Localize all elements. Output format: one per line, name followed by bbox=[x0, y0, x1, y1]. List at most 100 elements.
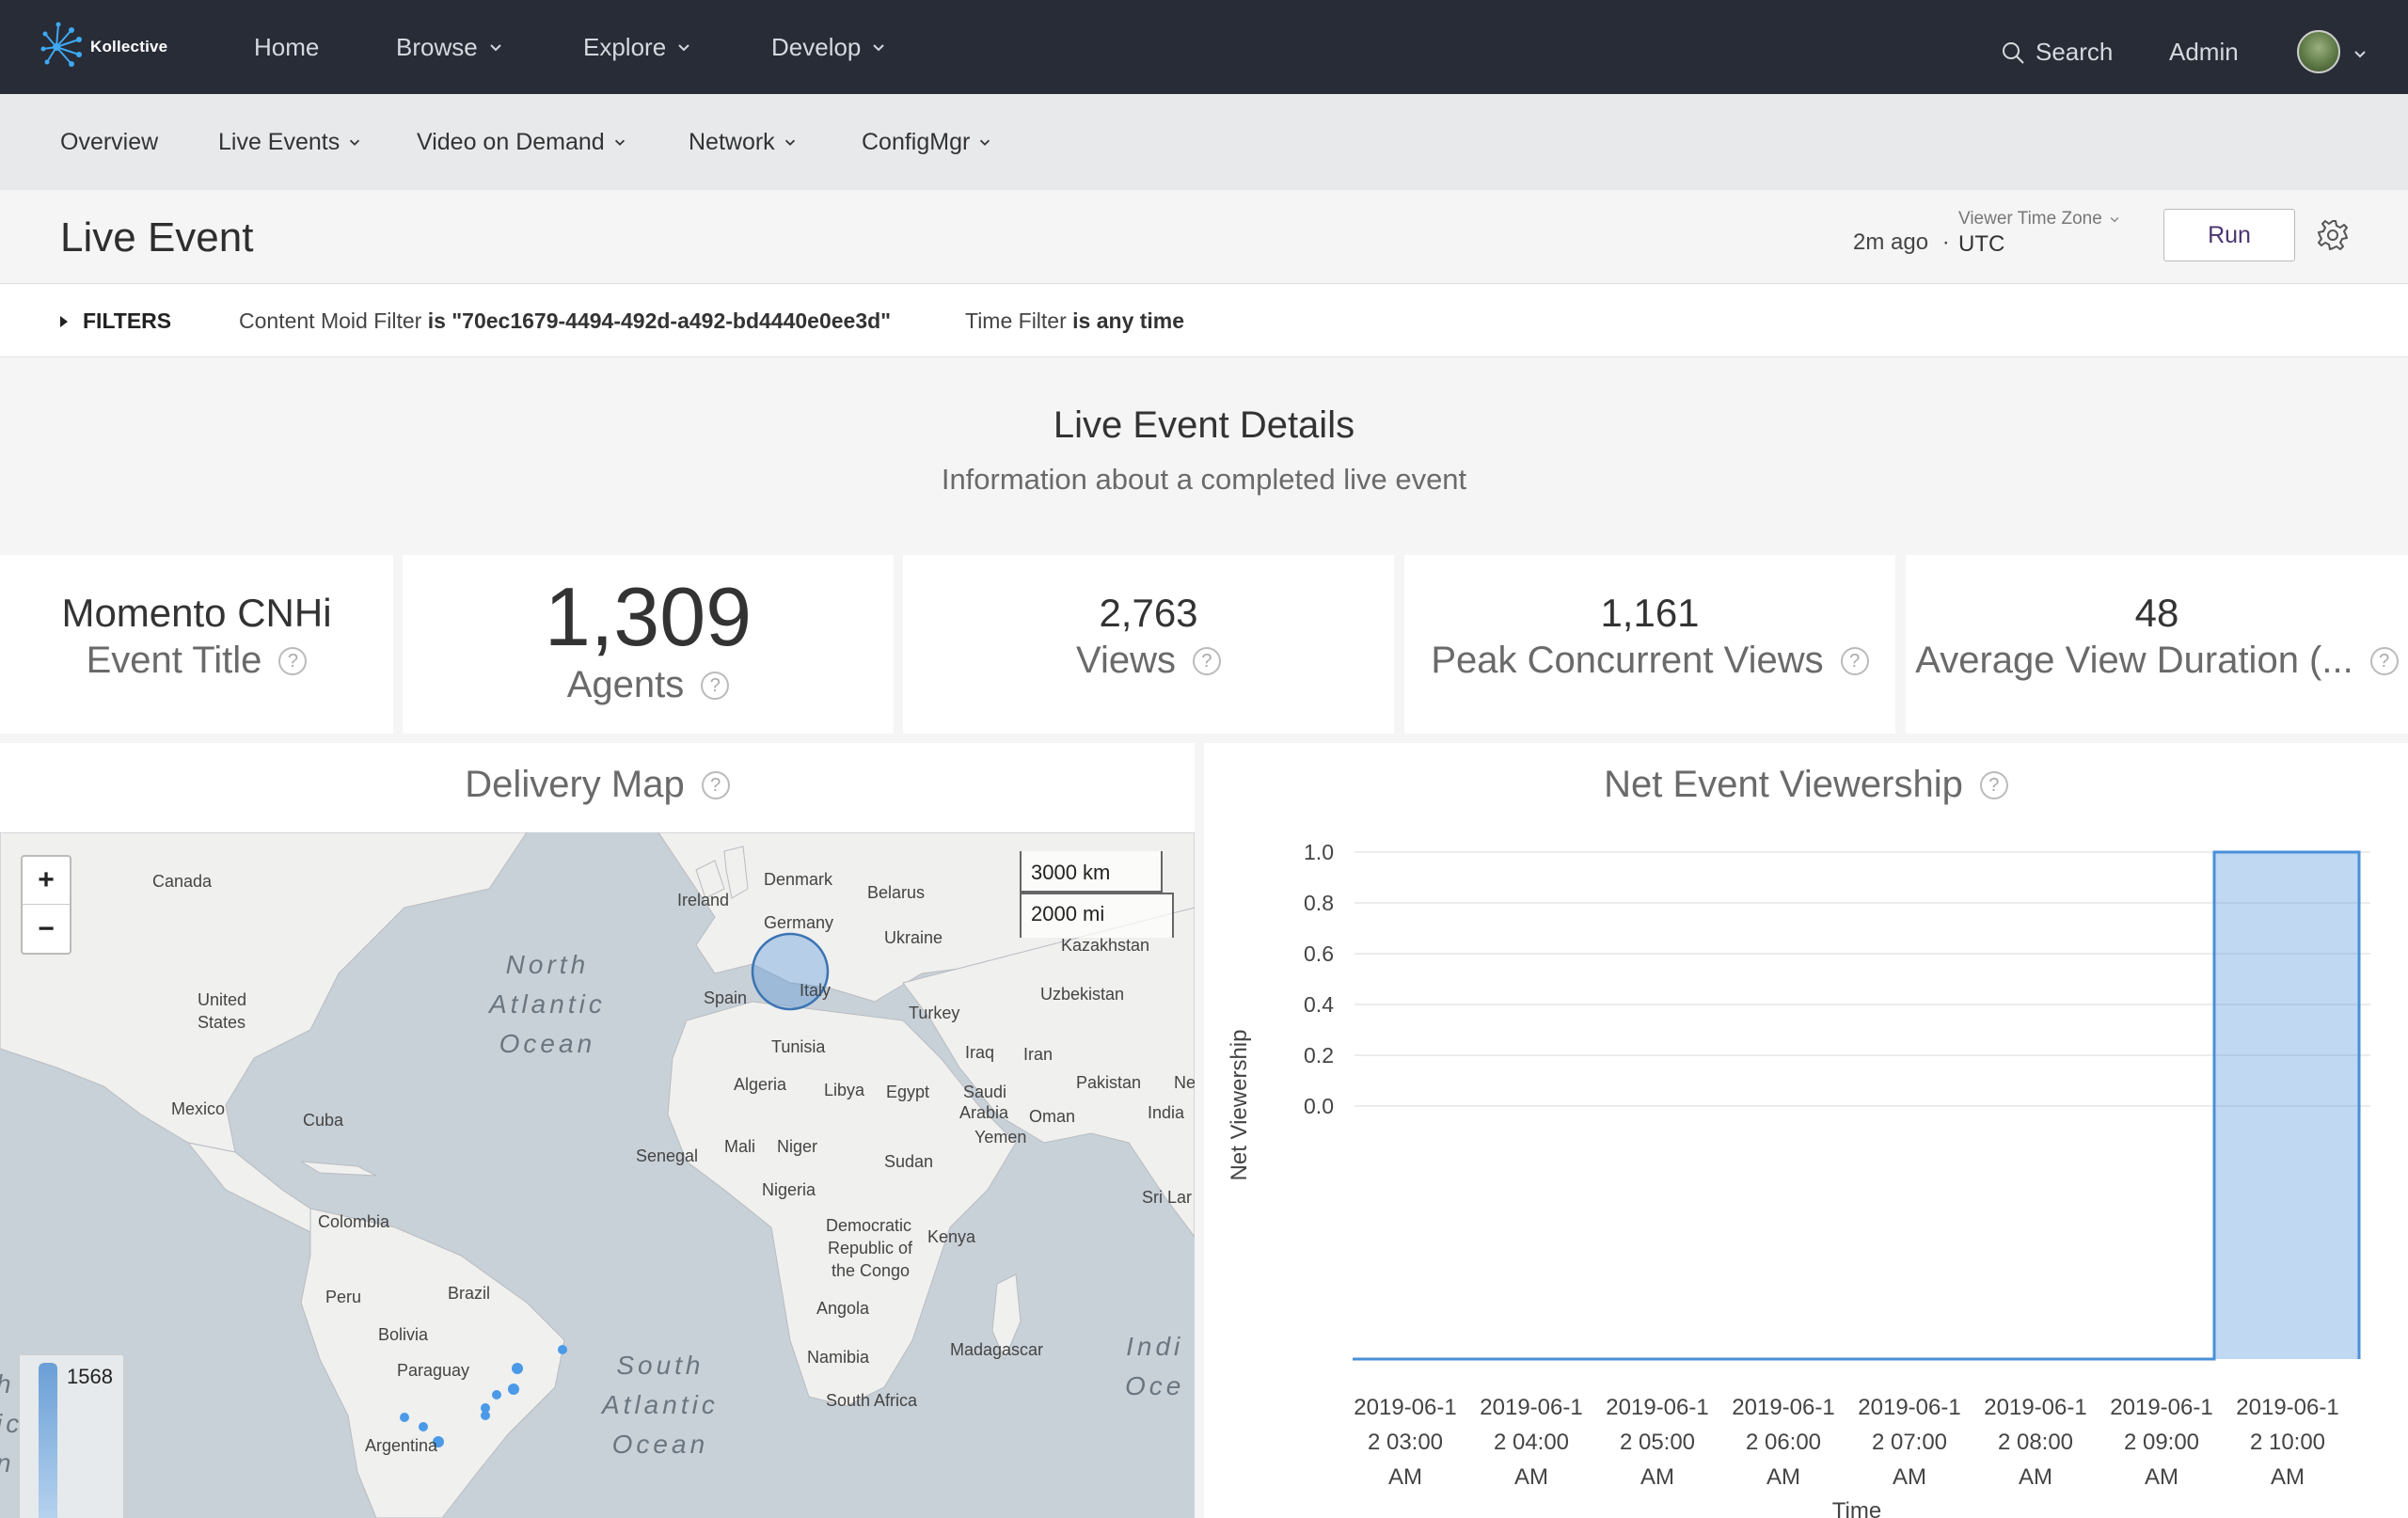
help-icon[interactable]: ? bbox=[701, 770, 730, 799]
separator-dot: · bbox=[1941, 229, 1950, 255]
y-tick-label: 0.8 bbox=[1304, 891, 1334, 915]
subnav-network[interactable]: Network bbox=[689, 94, 798, 190]
x-tick-label: 2019-06-1 bbox=[2110, 1395, 2212, 1420]
nav-develop[interactable]: Develop bbox=[771, 0, 887, 94]
nav-explore[interactable]: Explore bbox=[583, 0, 692, 94]
filter-name: Content Moid Filter bbox=[239, 308, 422, 333]
x-tick-label: 2 04:00 bbox=[1494, 1430, 1569, 1455]
map-label: Algeria bbox=[734, 1075, 787, 1094]
avatar[interactable] bbox=[2297, 30, 2340, 73]
tile-value: 2,763 bbox=[1099, 591, 1198, 635]
section-subtitle: Information about a completed live event bbox=[941, 463, 1467, 496]
subnav-live-events[interactable]: Live Events bbox=[218, 94, 362, 190]
ocean-label: Indi Oce bbox=[1125, 1327, 1184, 1406]
nav-home[interactable]: Home bbox=[254, 0, 319, 94]
map-label: Ireland bbox=[677, 891, 730, 909]
x-axis-label: Time bbox=[1832, 1498, 1881, 1518]
map-label: Nigeria bbox=[762, 1180, 816, 1199]
zoom-in-button[interactable]: + bbox=[23, 857, 70, 905]
x-tick-label: 2 09:00 bbox=[2124, 1430, 2199, 1455]
search-button[interactable]: Search bbox=[2000, 38, 2113, 67]
x-tick-label: 2 03:00 bbox=[1368, 1430, 1443, 1455]
tile-label: Average View Duration (... ? bbox=[1915, 640, 2399, 682]
x-tick-label: 2019-06-1 bbox=[1858, 1395, 1960, 1420]
map-label: Iran bbox=[1023, 1045, 1054, 1064]
tile-label: Peak Concurrent Views ? bbox=[1431, 640, 1869, 682]
x-tick-label: 2019-06-1 bbox=[1732, 1395, 1834, 1420]
content-moid-filter[interactable]: Content Moid Filter is "70ec1679-4494-49… bbox=[239, 308, 891, 334]
map-label: Uzbekistan bbox=[1040, 985, 1125, 1004]
nav-admin[interactable]: Admin bbox=[2169, 38, 2239, 67]
subnav-video-on-demand[interactable]: Video on Demand bbox=[417, 94, 627, 190]
map-label: Canada bbox=[152, 872, 213, 891]
zoom-out-button[interactable]: − bbox=[23, 905, 70, 953]
map-label: Angola bbox=[816, 1299, 870, 1318]
map-label: the Congo bbox=[832, 1261, 911, 1280]
tile-label: Event Title ? bbox=[87, 640, 308, 682]
map-label: Belarus bbox=[867, 883, 926, 902]
ocean-line: Oce bbox=[1125, 1371, 1185, 1400]
x-tick-label: AM bbox=[1893, 1464, 1926, 1490]
help-icon[interactable]: ? bbox=[278, 646, 308, 675]
help-icon[interactable]: ? bbox=[2369, 646, 2399, 675]
map-label: Mexico bbox=[171, 1099, 226, 1118]
tile-peak-concurrent-views: 1,161 Peak Concurrent Views ? bbox=[1404, 555, 1895, 734]
x-tick-label: AM bbox=[1640, 1464, 1674, 1490]
viewership-chart[interactable]: 1.0 0.8 0.6 0.4 0.2 0.0 Net Viewership 2019-06-… bbox=[1204, 743, 2408, 1518]
nav-explore-label: Explore bbox=[583, 33, 667, 61]
tile-average-view-duration: 48 Average View Duration (... ? bbox=[1906, 555, 2408, 734]
filter-value: is any time bbox=[1072, 308, 1185, 333]
subnav-network-label: Network bbox=[689, 128, 775, 155]
help-icon[interactable]: ? bbox=[1840, 646, 1869, 675]
map-label: South Africa bbox=[826, 1391, 918, 1410]
tile-event-title: Momento CNHi Event Title ? bbox=[0, 555, 393, 734]
viewership-chart-panel: Net Event Viewership ? 1.0 0.8 0.6 0.4 0.2 0.… bbox=[1204, 743, 2408, 1518]
map-label: Democratic bbox=[826, 1216, 912, 1235]
x-tick-label: AM bbox=[2145, 1464, 2178, 1490]
x-tick-label: 2019-06-1 bbox=[1354, 1395, 1456, 1420]
map-label: Denmark bbox=[764, 870, 833, 889]
run-button[interactable]: Run bbox=[2163, 209, 2295, 261]
map-label: Sri Lar bbox=[1142, 1188, 1193, 1207]
timezone-selector[interactable]: Viewer Time Zone bbox=[1958, 209, 2121, 229]
tile-label: Views ? bbox=[1076, 640, 1221, 682]
scale-mi: 2000 mi bbox=[1020, 893, 1174, 938]
map-label: Peru bbox=[325, 1288, 362, 1306]
subnav-overview-label: Overview bbox=[60, 128, 159, 155]
subnav-overview[interactable]: Overview bbox=[60, 94, 158, 190]
y-axis-label: Net Viewership bbox=[1227, 1030, 1252, 1181]
help-icon[interactable]: ? bbox=[1192, 646, 1221, 675]
chevron-down-icon[interactable] bbox=[2352, 45, 2368, 62]
filters-toggle-label: FILTERS bbox=[83, 308, 172, 333]
delivery-map[interactable]: + − 3000 km 2000 mi Canada United States… bbox=[0, 832, 1195, 1518]
timezone-label: Viewer Time Zone bbox=[1958, 209, 2102, 229]
map-label: Arabia bbox=[959, 1103, 1009, 1122]
map-label: States bbox=[198, 1013, 246, 1032]
panel-title: Delivery Map ? bbox=[0, 764, 1195, 806]
filters-toggle[interactable]: FILTERS bbox=[58, 308, 171, 334]
map-label: Germany bbox=[764, 913, 834, 932]
ocean-line: Ocean bbox=[611, 1430, 709, 1459]
sub-nav: Overview Live Events Video on Demand Net… bbox=[0, 94, 2408, 190]
map-label: Sudan bbox=[884, 1152, 934, 1171]
caret-right-icon bbox=[60, 315, 68, 327]
chevron-down-icon bbox=[350, 139, 360, 146]
search-icon bbox=[2003, 41, 2024, 64]
ocean-line: Indi bbox=[1126, 1332, 1184, 1361]
subnav-configmgr[interactable]: ConfigMgr bbox=[862, 94, 992, 190]
map-label: Mali bbox=[724, 1137, 756, 1156]
time-filter[interactable]: Time Filter is any time bbox=[965, 308, 1184, 334]
gear-icon[interactable] bbox=[2316, 218, 2350, 252]
nav-browse[interactable]: Browse bbox=[396, 0, 504, 94]
help-icon[interactable]: ? bbox=[701, 671, 730, 700]
search-label: Search bbox=[2036, 38, 2114, 66]
nav-home-label: Home bbox=[254, 33, 320, 61]
top-nav: Kollective Home Browse Explore Develop S… bbox=[0, 0, 2408, 94]
map-label: Colombia bbox=[318, 1212, 390, 1231]
ocean-line: Ocean bbox=[499, 1029, 596, 1058]
x-tick-label: 2019-06-1 bbox=[1480, 1395, 1582, 1420]
timezone-value: UTC bbox=[1958, 231, 2005, 257]
last-run-time: 2m ago bbox=[1853, 229, 1929, 255]
x-tick-label: AM bbox=[1388, 1464, 1422, 1490]
brand-logo[interactable]: Kollective bbox=[38, 17, 167, 77]
